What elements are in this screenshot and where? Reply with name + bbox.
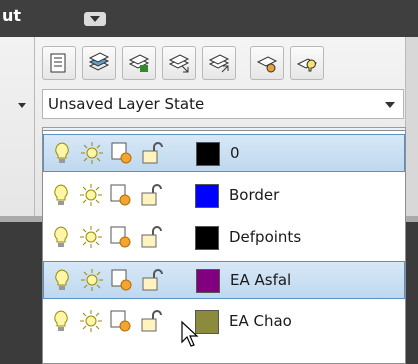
color-swatch[interactable] [196, 142, 220, 166]
tab-label[interactable]: ut [2, 6, 21, 25]
layer-previous-button[interactable] [202, 46, 236, 80]
mouse-pointer-icon [181, 320, 199, 347]
chevron-down-icon[interactable] [18, 103, 26, 108]
sun-icon[interactable] [79, 183, 103, 207]
layer-freeze-button[interactable] [290, 46, 324, 80]
sun-icon[interactable] [80, 268, 104, 292]
chevron-down-icon[interactable] [385, 102, 395, 108]
lightbulb-icon[interactable] [52, 141, 72, 165]
layer-row[interactable]: Border [43, 177, 405, 215]
layer-row[interactable]: Defpoints [43, 219, 405, 257]
layer-walk-button[interactable] [250, 46, 284, 80]
layer-dropdown-list: 0 Border Defpoints EA Asfal EA Chao [42, 130, 406, 364]
layer-name: EA Asfal [230, 271, 292, 289]
layer-freeze-icon [296, 58, 318, 72]
sun-icon[interactable] [80, 141, 104, 165]
layer-name: 0 [230, 144, 240, 162]
lightbulb-icon[interactable] [52, 268, 72, 292]
layer-states-button[interactable] [82, 46, 116, 80]
layer-match-button[interactable] [162, 46, 196, 80]
layer-properties-button[interactable] [42, 46, 76, 80]
layer-state-dropdown[interactable]: Unsaved Layer State [42, 89, 404, 119]
layer-previous-icon [208, 54, 230, 73]
unlock-icon[interactable] [139, 183, 163, 207]
lightbulb-icon[interactable] [51, 225, 71, 249]
sun-icon[interactable] [79, 225, 103, 249]
freeze-viewport-icon[interactable] [110, 141, 134, 165]
unlock-icon[interactable] [139, 309, 163, 333]
layer-stack-icon [88, 52, 110, 71]
layer-isolate-button[interactable] [122, 46, 156, 80]
layer-properties-icon [50, 53, 66, 73]
freeze-viewport-icon[interactable] [109, 225, 133, 249]
quick-access-dropdown-button[interactable] [84, 12, 106, 26]
layer-row[interactable]: EA Asfal [43, 261, 405, 299]
color-swatch[interactable] [196, 269, 220, 293]
freeze-viewport-icon[interactable] [109, 309, 133, 333]
unlock-icon[interactable] [140, 268, 164, 292]
freeze-viewport-icon[interactable] [109, 183, 133, 207]
layer-match-icon [168, 54, 190, 73]
color-swatch[interactable] [195, 226, 219, 250]
lightbulb-icon[interactable] [51, 183, 71, 207]
lightbulb-icon[interactable] [51, 309, 71, 333]
layer-row[interactable]: EA Chao [43, 303, 405, 341]
unlock-icon[interactable] [139, 225, 163, 249]
unlock-icon[interactable] [140, 141, 164, 165]
freeze-viewport-icon[interactable] [110, 268, 134, 292]
layer-state-value: Unsaved Layer State [48, 95, 205, 113]
layer-isolate-icon [128, 54, 150, 72]
layer-name: Border [229, 186, 280, 204]
layer-row[interactable]: 0 [43, 134, 405, 172]
layer-walk-icon [256, 56, 278, 73]
layer-name: EA Chao [229, 312, 292, 330]
color-swatch[interactable] [195, 184, 219, 208]
layer-name: Defpoints [229, 228, 302, 246]
sun-icon[interactable] [79, 309, 103, 333]
top-tab-bar: ut [0, 0, 418, 37]
